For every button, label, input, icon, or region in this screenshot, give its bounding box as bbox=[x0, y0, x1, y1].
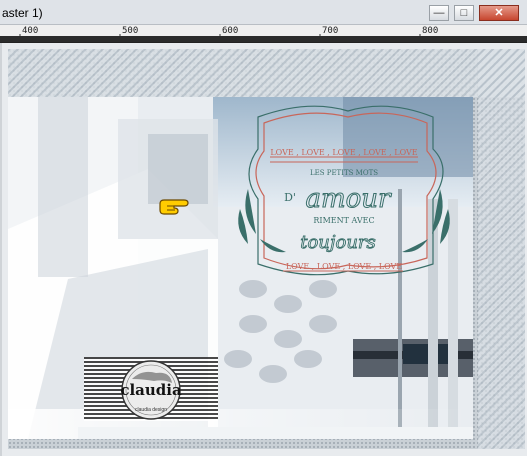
close-button[interactable]: ✕ bbox=[479, 5, 519, 21]
ruler-label-400: 400 bbox=[22, 26, 39, 36]
close-icon: ✕ bbox=[494, 7, 504, 19]
maximize-button[interactable]: □ bbox=[454, 5, 474, 21]
ruler-label-500: 500 bbox=[122, 26, 139, 36]
minimize-button[interactable]: — bbox=[429, 5, 449, 21]
stamp-bottom-line: LOVE , LOVE , LOVE , LOVE bbox=[286, 262, 402, 271]
stamp-script-word: toujours bbox=[300, 232, 376, 253]
ruler-bar bbox=[0, 36, 527, 42]
canvas-area[interactable]: LOVE , LOVE , LOVE , LOVE , LOVE LES PET… bbox=[0, 43, 527, 456]
window-titlebar: aster 1) — □ ✕ bbox=[0, 0, 527, 25]
ruler-label-700: 700 bbox=[322, 26, 339, 36]
stamp-small-line: LES PETITS MOTS bbox=[310, 169, 378, 177]
maximize-icon: □ bbox=[460, 7, 468, 19]
ruler-label-600: 600 bbox=[222, 26, 239, 36]
stamp-middle-line: RIMENT AVEC bbox=[313, 216, 374, 225]
minimize-icon: — bbox=[433, 7, 445, 19]
window-title: aster 1) bbox=[2, 6, 43, 20]
logo-name: claudia bbox=[120, 381, 182, 399]
horizontal-ruler: 400 500 600 700 800 bbox=[0, 25, 527, 43]
logo-subtitle: claudia design bbox=[135, 407, 167, 413]
stamp-prefix: D' bbox=[284, 191, 296, 204]
claudia-logo: claudia claudia design bbox=[84, 357, 218, 421]
stamp-main-word: amour bbox=[306, 184, 393, 214]
ruler-label-800: 800 bbox=[422, 26, 439, 36]
stamp-top-line: LOVE , LOVE , LOVE , LOVE , LOVE bbox=[270, 148, 417, 157]
